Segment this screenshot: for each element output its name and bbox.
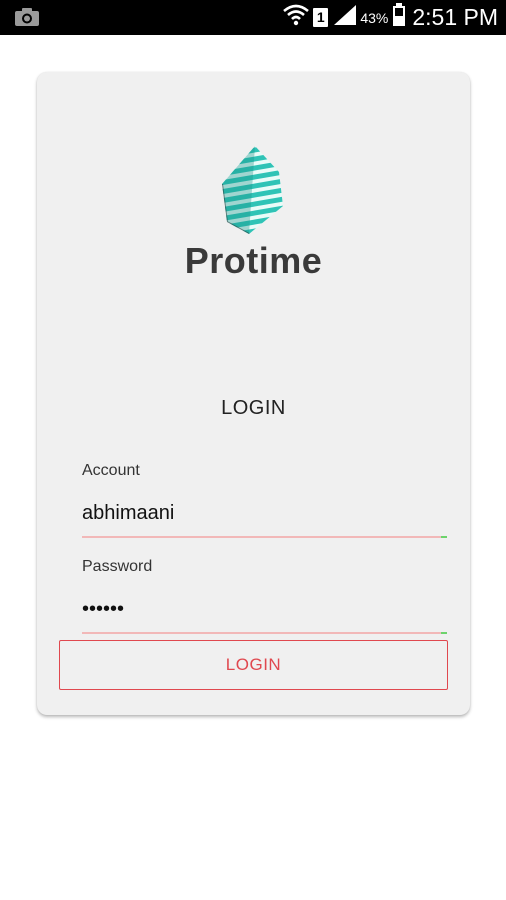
- status-bar: 1 43% 2:51 PM: [0, 0, 506, 35]
- clock: 2:51 PM: [412, 4, 498, 30]
- logo-icon: [217, 144, 287, 238]
- battery-percent: 43%: [360, 9, 389, 26]
- account-underline: [82, 536, 447, 538]
- sim-icon: 1: [313, 8, 329, 27]
- password-underline: [82, 632, 447, 634]
- valid-indicator: [441, 632, 447, 634]
- account-input[interactable]: [82, 493, 447, 533]
- password-input[interactable]: [82, 589, 447, 629]
- wifi-icon: [283, 3, 310, 32]
- status-icons: 1 43% 2:51 PM: [279, 0, 498, 35]
- login-heading: LOGIN: [221, 397, 286, 419]
- signal-icon: [332, 4, 358, 31]
- password-label: Password: [82, 558, 153, 575]
- brand-name: Protime: [184, 240, 323, 281]
- account-label: Account: [82, 462, 140, 479]
- battery-icon: [392, 3, 406, 32]
- camera-icon: [14, 7, 40, 27]
- login-card: Protime LOGIN Account Password LOGIN: [37, 72, 470, 715]
- login-button[interactable]: LOGIN: [59, 640, 448, 690]
- valid-indicator: [441, 536, 447, 538]
